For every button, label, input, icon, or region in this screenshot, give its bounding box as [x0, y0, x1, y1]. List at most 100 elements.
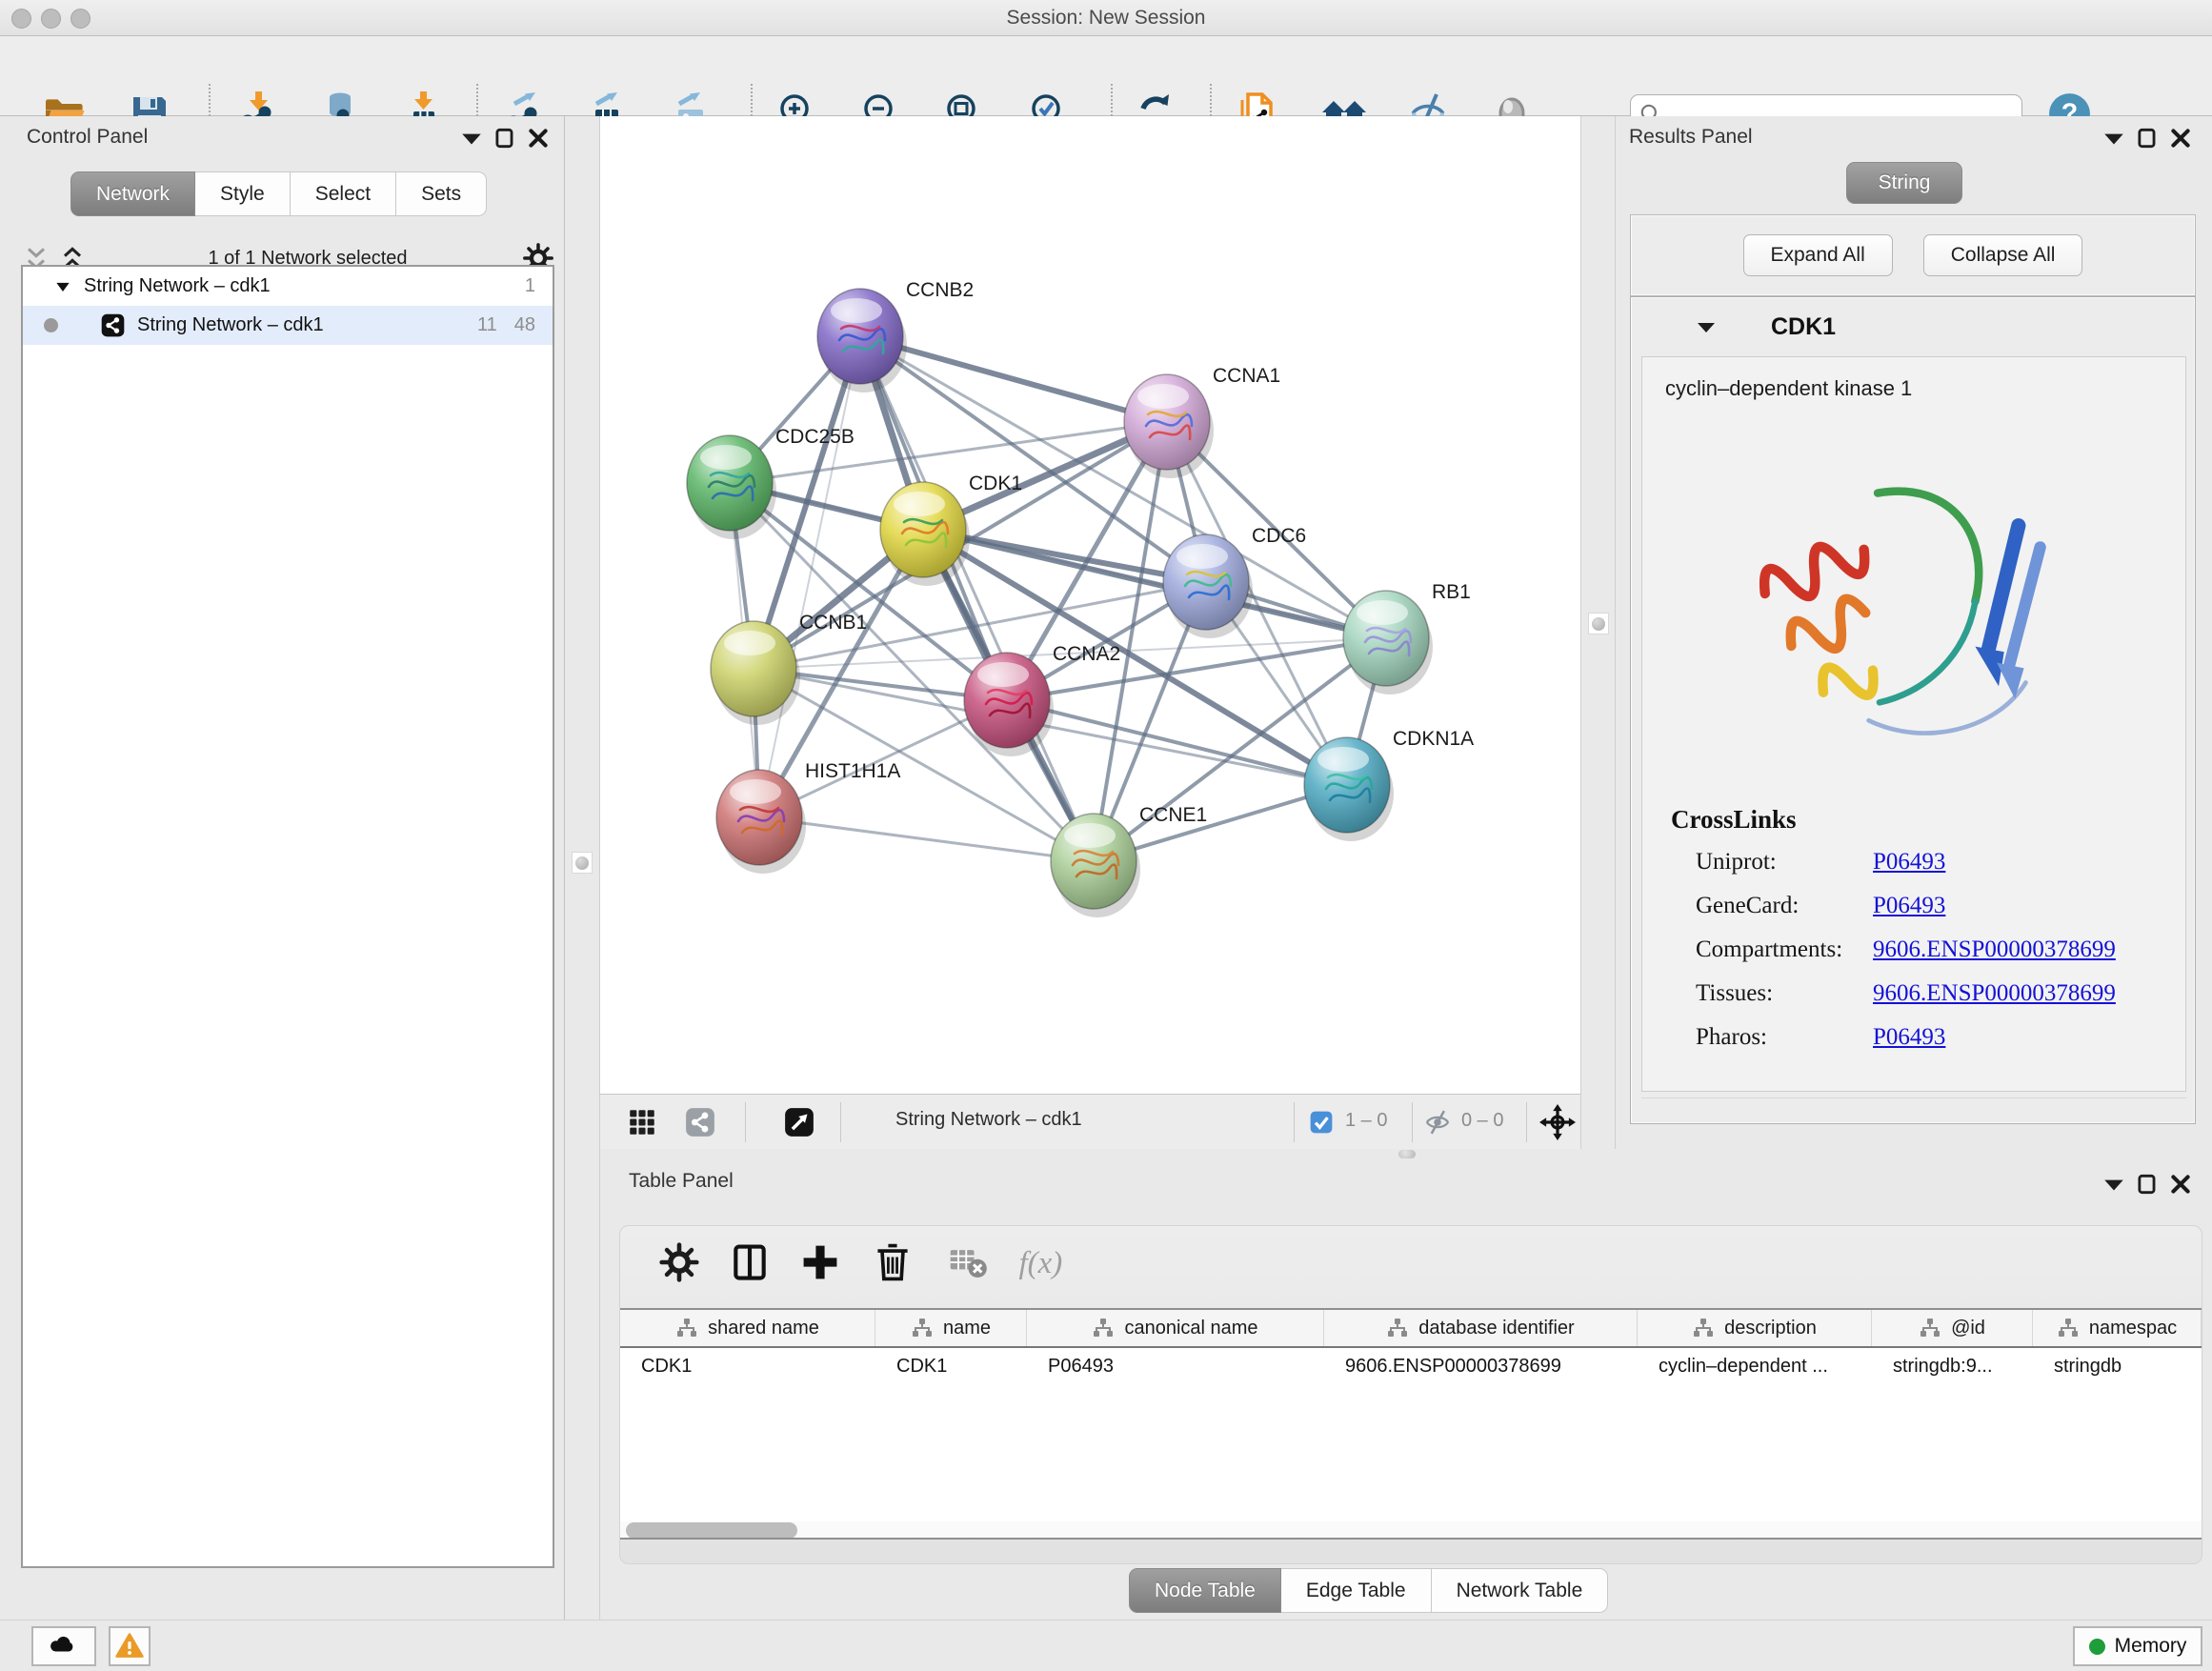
warnings-button[interactable] [109, 1626, 151, 1666]
network-node-HIST1H1A[interactable]: HIST1H1A [716, 760, 900, 874]
results-panel-title: Results Panel [1629, 126, 1753, 149]
horizontal-splitter[interactable] [600, 1149, 2212, 1158]
tab-network-table[interactable]: Network Table [1432, 1568, 1609, 1613]
tab-style[interactable]: Style [195, 171, 291, 216]
collapse-all-button[interactable]: Collapse All [1923, 234, 2083, 276]
tab-edge-table[interactable]: Edge Table [1281, 1568, 1432, 1613]
crosslink-row: Compartments:9606.ENSP00000378699 [1663, 928, 2164, 972]
horizontal-scrollbar[interactable] [620, 1521, 2202, 1540]
memory-label: Memory [2115, 1635, 2187, 1658]
close-panel-icon[interactable] [2168, 1172, 2193, 1197]
collapsed-section-strip [1641, 1097, 2186, 1118]
table-cell[interactable]: stringdb:9... [1872, 1356, 2033, 1378]
network-view-title: String Network – cdk1 [895, 1109, 1082, 1131]
table-cell[interactable]: CDK1 [875, 1356, 1027, 1378]
crosslink-link[interactable]: P06493 [1873, 893, 1945, 919]
window-title: Session: New Session [0, 7, 2212, 30]
section-caret-icon[interactable] [1695, 315, 1718, 338]
table-tabs: Node TableEdge TableNetwork Table [1129, 1568, 1608, 1614]
results-actions-box: Expand All Collapse All [1630, 214, 2196, 296]
splitter-handle[interactable] [1588, 613, 1609, 634]
control-panel-title: Control Panel [27, 126, 148, 149]
birds-eye-view-icon[interactable] [783, 1106, 815, 1138]
close-panel-icon[interactable] [526, 126, 551, 151]
network-row[interactable]: String Network – cdk1 11 48 [23, 306, 553, 345]
gene-section-body: cyclin–dependent kinase 1 [1641, 356, 2186, 1092]
string-badge-icon[interactable] [684, 1106, 716, 1138]
add-column-icon[interactable] [799, 1241, 841, 1283]
collapse-caret-icon[interactable] [53, 277, 72, 296]
table-cell[interactable]: P06493 [1027, 1356, 1324, 1378]
node-count: 11 [477, 314, 497, 336]
crosslink-label: Compartments: [1696, 936, 1873, 963]
table-row[interactable]: CDK1CDK1P064939606.ENSP00000378699cyclin… [620, 1348, 2202, 1384]
table-cell[interactable]: cyclin–dependent ... [1638, 1356, 1872, 1378]
tab-sets[interactable]: Sets [396, 171, 487, 216]
tab-select[interactable]: Select [291, 171, 396, 216]
function-builder-icon[interactable]: f(x) [1015, 1241, 1076, 1283]
crosslink-link[interactable]: 9606.ENSP00000378699 [1873, 936, 2116, 963]
float-panel-icon[interactable] [493, 126, 517, 151]
network-node-CCNB2[interactable]: CCNB2 [817, 279, 974, 393]
delete-table-icon[interactable] [948, 1241, 990, 1283]
table-options-gear-icon[interactable] [658, 1241, 700, 1283]
node-label: CDC6 [1252, 525, 1306, 547]
column-header-canonical-name[interactable]: canonical name [1027, 1310, 1324, 1346]
crosslink-link[interactable]: P06493 [1873, 849, 1945, 876]
float-panel-icon[interactable] [2135, 126, 2160, 151]
node-label: CCNA2 [1053, 643, 1120, 665]
automation-cloud-button[interactable] [31, 1626, 96, 1666]
network-node-CCNA1[interactable]: CCNA1 [1124, 365, 1280, 478]
crosslink-link[interactable]: P06493 [1873, 1024, 1945, 1051]
network-edge[interactable] [759, 817, 1094, 861]
tab-string[interactable]: String [1846, 162, 1962, 204]
splitter-handle[interactable] [1398, 1150, 1416, 1158]
tab-node-table[interactable]: Node Table [1129, 1568, 1281, 1613]
crosslinks-list: Uniprot:P06493GeneCard:P06493Compartment… [1663, 840, 2164, 1059]
column-header-shared-name[interactable]: shared name [620, 1310, 875, 1346]
memory-button[interactable]: Memory [2073, 1626, 2202, 1666]
svg-text:f(x): f(x) [1019, 1246, 1063, 1280]
hidden-eye-icon[interactable] [1423, 1108, 1452, 1137]
show-columns-icon[interactable] [729, 1241, 771, 1283]
close-panel-icon[interactable] [2168, 126, 2193, 151]
selected-checkbox-icon[interactable] [1309, 1110, 1334, 1135]
float-panel-icon[interactable] [2135, 1172, 2160, 1197]
table-cell[interactable]: 9606.ENSP00000378699 [1324, 1356, 1638, 1378]
network-node-CDKN1A[interactable]: CDKN1A [1304, 728, 1474, 841]
table-cell[interactable]: CDK1 [620, 1356, 875, 1378]
network-node-CCNE1[interactable]: CCNE1 [1051, 804, 1207, 917]
network-label: String Network – cdk1 [137, 314, 477, 336]
gene-section-header[interactable]: CDK1 [1636, 301, 2190, 352]
column-header-namespac[interactable]: namespac [2033, 1310, 2202, 1346]
crosslink-link[interactable]: 9606.ENSP00000378699 [1873, 980, 2116, 1007]
crosslink-label: Tissues: [1696, 980, 1873, 1007]
network-canvas[interactable]: CCNB2 CCNA1 CDC25B CDK1 CDC6 RB1 CCNB1 [600, 116, 1580, 1094]
table-cell[interactable]: stringdb [2033, 1356, 2202, 1378]
network-node-RB1[interactable]: RB1 [1343, 581, 1471, 695]
panel-menu-icon[interactable] [459, 126, 484, 151]
column-header-description[interactable]: description [1638, 1310, 1872, 1346]
crosslink-label: Uniprot: [1696, 849, 1873, 876]
scrollbar-thumb[interactable] [626, 1522, 797, 1539]
column-header-name[interactable]: name [875, 1310, 1027, 1346]
network-collection-row[interactable]: String Network – cdk1 1 [23, 267, 553, 306]
delete-column-icon[interactable] [872, 1241, 914, 1283]
crosslink-row: Uniprot:P06493 [1663, 840, 2164, 884]
network-grid-icon[interactable] [626, 1106, 658, 1138]
vertical-splitter[interactable] [565, 116, 600, 1620]
network-edge[interactable] [860, 336, 1094, 861]
tab-network[interactable]: Network [70, 171, 195, 216]
expand-all-button[interactable]: Expand All [1743, 234, 1893, 276]
network-node-CDK1[interactable]: CDK1 [880, 473, 1022, 586]
status-bar: Memory [0, 1620, 2212, 1671]
column-header--id[interactable]: @id [1872, 1310, 2033, 1346]
collection-count: 1 [525, 275, 535, 297]
network-edge[interactable] [759, 336, 860, 817]
crosshair-icon[interactable] [1539, 1104, 1576, 1140]
network-node-CCNA2[interactable]: CCNA2 [964, 643, 1120, 756]
splitter-handle[interactable] [572, 852, 593, 874]
column-header-database-identifier[interactable]: database identifier [1324, 1310, 1638, 1346]
panel-menu-icon[interactable] [2101, 126, 2126, 151]
panel-menu-icon[interactable] [2101, 1172, 2126, 1197]
